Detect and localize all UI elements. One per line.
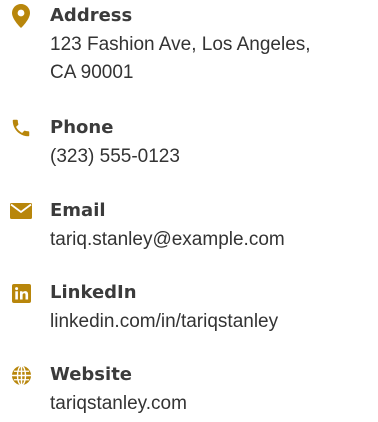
address-label: Address bbox=[50, 5, 133, 26]
contact-item-linkedin: LinkedIn linkedin.com/in/tariqstanley bbox=[0, 280, 378, 340]
globe-icon bbox=[8, 362, 34, 388]
phone-value[interactable]: (323) 555-0123 bbox=[50, 143, 180, 171]
contact-item-address: Address 123 Fashion Ave, Los Angeles, CA… bbox=[0, 3, 378, 103]
envelope-icon bbox=[8, 198, 34, 224]
linkedin-label: LinkedIn bbox=[50, 282, 137, 303]
website-label: Website bbox=[50, 364, 133, 385]
contact-item-email: Email tariq.stanley@example.com bbox=[0, 198, 378, 258]
phone-icon bbox=[8, 115, 34, 141]
website-value[interactable]: tariqstanley.com bbox=[50, 390, 187, 418]
email-value[interactable]: tariq.stanley@example.com bbox=[50, 226, 285, 254]
contact-info-list: Address 123 Fashion Ave, Los Angeles, CA… bbox=[0, 0, 378, 421]
address-line-1: 123 Fashion Ave, Los Angeles, bbox=[50, 34, 311, 55]
address-line-2: CA 90001 bbox=[50, 62, 134, 83]
map-pin-icon bbox=[8, 3, 34, 29]
linkedin-icon bbox=[8, 280, 34, 306]
phone-label: Phone bbox=[50, 117, 114, 138]
address-value: 123 Fashion Ave, Los Angeles, CA 90001 bbox=[50, 31, 311, 87]
contact-item-website: Website tariqstanley.com bbox=[0, 362, 378, 422]
email-label: Email bbox=[50, 200, 106, 221]
linkedin-value[interactable]: linkedin.com/in/tariqstanley bbox=[50, 308, 278, 336]
contact-item-phone: Phone (323) 555-0123 bbox=[0, 115, 378, 175]
